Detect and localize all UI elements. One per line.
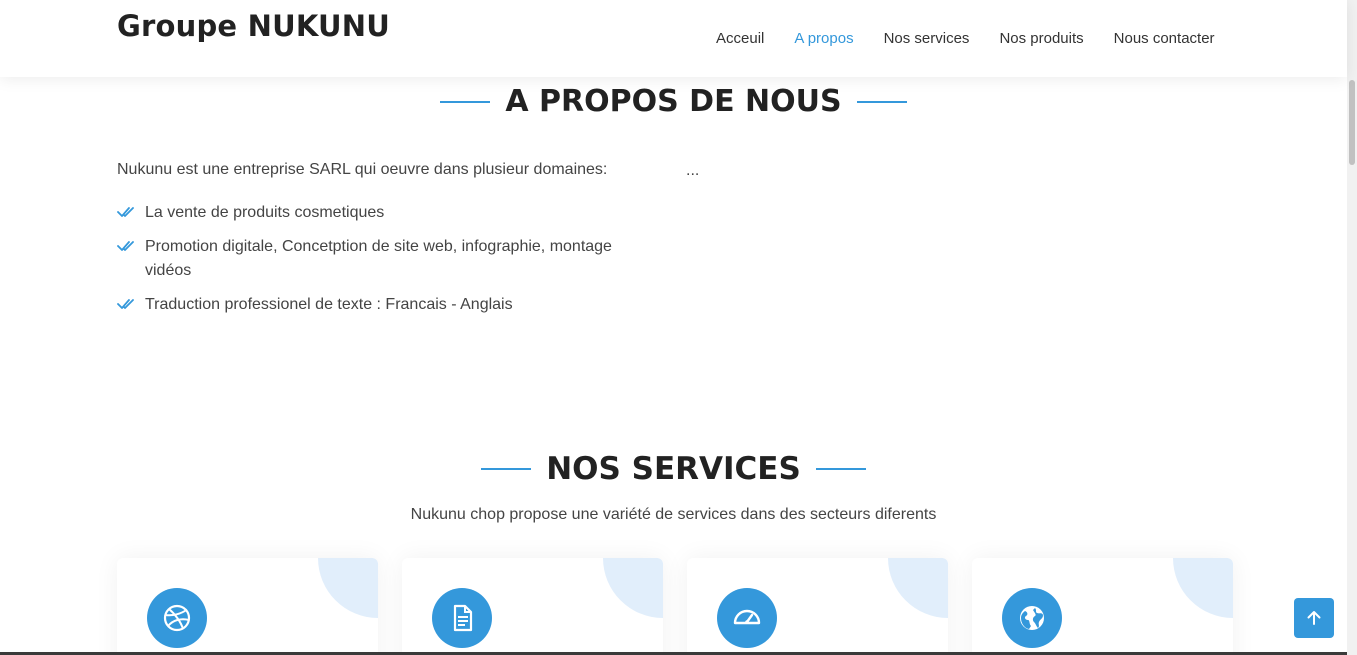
speedometer-icon [733, 609, 761, 625]
services-section-title: NOS SERVICES [0, 451, 1347, 487]
list-item: Traduction professionel de texte : Franc… [117, 293, 657, 317]
card-corner-decoration [1173, 558, 1233, 618]
service-card-dribbble[interactable] [117, 558, 378, 655]
back-to-top-button[interactable] [1294, 598, 1334, 638]
title-line-left [440, 100, 491, 103]
about-heading: A PROPOS DE NOUS [505, 84, 842, 119]
service-icon-circle [147, 588, 207, 648]
double-check-icon [117, 207, 134, 217]
site-header: Groupe NUKUNU Acceuil A propos Nos servi… [0, 0, 1347, 77]
service-card-globe[interactable] [972, 558, 1233, 655]
nav-item-nos-services[interactable]: Nos services [884, 30, 970, 48]
about-intro-text: Nukunu est une entreprise SARL qui oeuvr… [117, 161, 608, 178]
document-icon [453, 604, 473, 632]
title-line-left [481, 468, 532, 470]
about-section-title: A PROPOS DE NOUS [0, 84, 1347, 119]
card-corner-decoration [318, 558, 378, 618]
nav-item-a-propos[interactable]: A propos [794, 30, 853, 48]
list-item-text: La vente de produits cosmetiques [145, 204, 385, 221]
card-corner-decoration [888, 558, 948, 618]
about-domain-list: La vente de produits cosmetiques Promoti… [117, 201, 657, 327]
services-heading: NOS SERVICES [546, 451, 801, 487]
title-line-right [815, 468, 866, 470]
double-check-icon [117, 241, 134, 251]
main-nav: Acceuil A propos Nos services Nos produi… [716, 30, 1215, 48]
card-corner-decoration [603, 558, 663, 618]
page-scrollbar[interactable] [1347, 0, 1357, 655]
site-logo[interactable]: Groupe NUKUNU [117, 9, 390, 43]
globe-icon [1020, 606, 1044, 630]
nav-item-nous-contacter[interactable]: Nous contacter [1114, 30, 1215, 48]
service-icon-circle [1002, 588, 1062, 648]
list-item-text: Promotion digitale, Concetption de site … [145, 238, 612, 279]
list-item: Promotion digitale, Concetption de site … [117, 235, 657, 283]
dribbble-icon [163, 604, 191, 632]
services-subtitle: Nukunu chop propose une variété de servi… [410, 506, 937, 523]
service-card-document[interactable] [402, 558, 663, 655]
list-item-text: Traduction professionel de texte : Franc… [145, 296, 513, 313]
service-icon-circle [717, 588, 777, 648]
arrow-up-icon [1307, 611, 1321, 625]
service-icon-circle [432, 588, 492, 648]
service-card-speedometer[interactable] [687, 558, 948, 655]
list-item: La vente de produits cosmetiques [117, 201, 657, 225]
scrollbar-thumb[interactable] [1349, 80, 1355, 165]
about-ellipsis: ... [686, 162, 700, 179]
nav-item-nos-produits[interactable]: Nos produits [999, 30, 1083, 48]
title-line-right [856, 100, 907, 103]
nav-item-acceuil[interactable]: Acceuil [716, 30, 764, 48]
double-check-icon [117, 299, 134, 309]
